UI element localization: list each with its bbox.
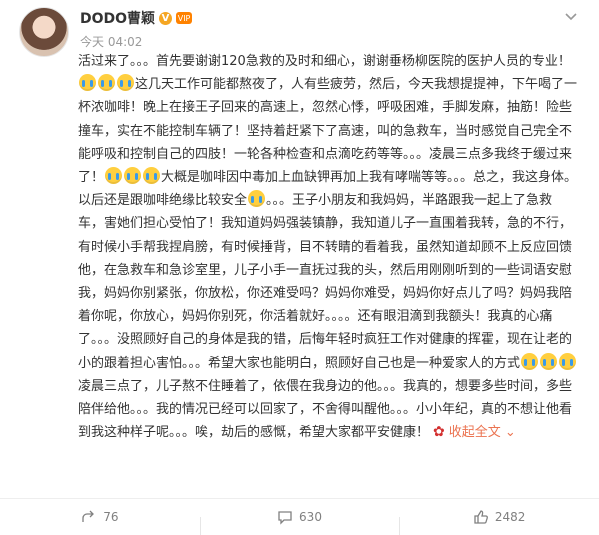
rose-icon: ✿ — [433, 424, 445, 441]
post-timestamp[interactable]: 今天 04:02 — [80, 33, 142, 50]
crying-emoji-icon — [521, 352, 539, 370]
post-content: 活过来了。。。首先要谢谢120急救的及时和细心，谢谢垂杨柳医院的医护人员的专业！… — [78, 50, 578, 444]
comment-count: 630 — [299, 509, 322, 524]
user-header: DODO曹颖 V VIP — [80, 8, 193, 28]
like-count: 2482 — [494, 509, 526, 524]
comment-button[interactable]: 630 — [199, 509, 400, 535]
crying-emoji-icon — [559, 352, 577, 370]
share-count: 76 — [103, 509, 119, 524]
crying-emoji-icon — [105, 167, 123, 185]
share-icon — [82, 510, 95, 522]
crying-emoji-icon — [79, 74, 96, 92]
post-text-segment: 活过来了。。。首先要谢谢120急救的及时和细心，谢谢垂杨柳医院的医护人员的专业！ — [78, 54, 571, 69]
crying-emoji-icon — [124, 167, 142, 185]
chevron-down-icon[interactable] — [563, 8, 579, 24]
crying-emoji-icon — [117, 74, 134, 92]
crying-emoji-icon — [540, 352, 558, 370]
comment-icon — [278, 510, 292, 525]
crying-emoji-icon — [143, 167, 161, 185]
share-button[interactable]: 76 — [0, 509, 200, 525]
vip-badge-icon: VIP — [176, 12, 193, 24]
action-bar: 76 630 2482 — [0, 498, 599, 535]
like-button[interactable]: 2482 — [399, 509, 599, 535]
crying-emoji-icon — [248, 190, 266, 208]
verified-badge-icon: V — [159, 11, 173, 25]
collapse-text-link[interactable]: 收起全文 — [449, 425, 516, 440]
thumbs-up-icon — [474, 509, 488, 524]
avatar[interactable] — [19, 7, 69, 57]
post-text-segment: 。。。王子小朋友和我妈妈，半路跟我一起上了急救车，害她们担心受怕了！我知道妈妈强… — [78, 193, 573, 371]
crying-emoji-icon — [98, 74, 115, 92]
username[interactable]: DODO曹颖 — [80, 8, 155, 28]
